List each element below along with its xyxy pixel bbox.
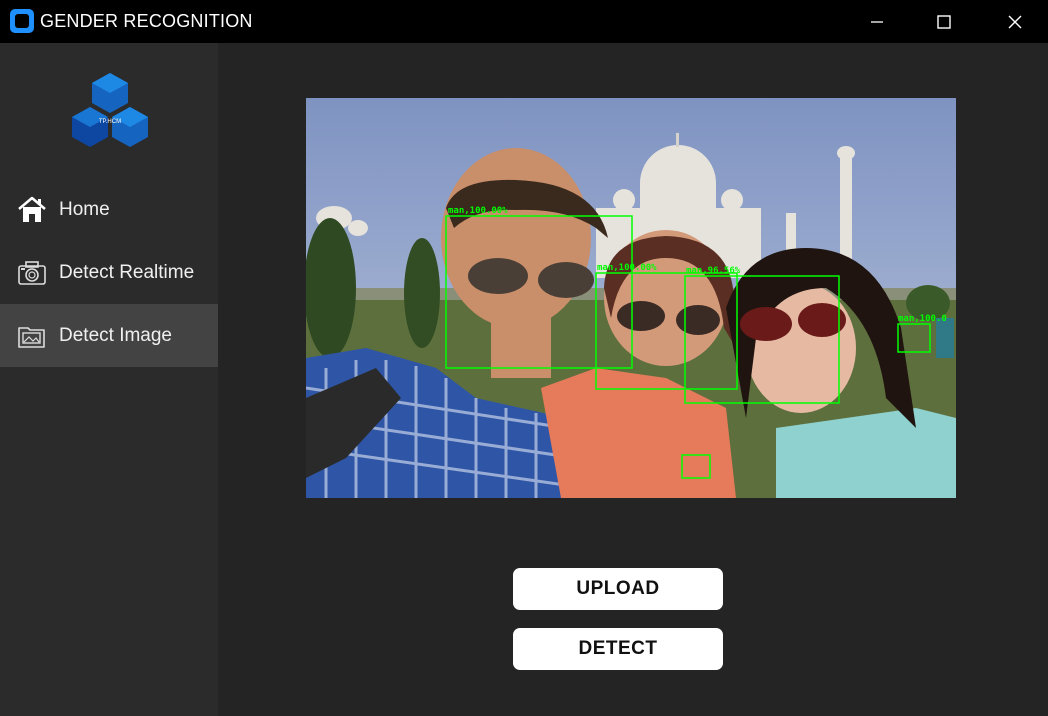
- sidebar-item-home[interactable]: Home: [0, 178, 218, 241]
- maximize-button[interactable]: [909, 0, 979, 43]
- sidebar-item-label: Home: [59, 198, 110, 220]
- maximize-icon: [937, 14, 951, 29]
- detection-label: man,96.56%: [686, 266, 741, 276]
- detect-button[interactable]: DETECT: [513, 628, 723, 670]
- minimize-button[interactable]: [842, 0, 912, 43]
- app-icon: [10, 9, 34, 33]
- detection-result-image: man,100.00% man,100.00% man,96.56% man,1…: [306, 98, 956, 498]
- close-button[interactable]: [980, 0, 1048, 43]
- sidebar-item-detect-image[interactable]: Detect Image: [0, 304, 218, 367]
- sidebar-item-label: Detect Realtime: [59, 261, 195, 283]
- home-icon: [16, 194, 48, 226]
- close-icon: [1008, 15, 1022, 28]
- minimize-icon: [871, 20, 883, 23]
- university-logo: TP.HCM: [72, 73, 148, 147]
- svg-text:TP.HCM: TP.HCM: [99, 119, 121, 125]
- sidebar-item-label: Detect Image: [59, 324, 172, 346]
- image-folder-icon: [16, 320, 48, 352]
- camera-icon: [16, 257, 48, 289]
- detection-label: man,100.0: [898, 314, 947, 324]
- sidebar: TP.HCM Home Detect Realtime Detect Image: [0, 43, 218, 716]
- upload-button[interactable]: UPLOAD: [513, 568, 723, 610]
- sidebar-item-detect-realtime[interactable]: Detect Realtime: [0, 241, 218, 304]
- detection-label: man,100.00%: [448, 206, 508, 216]
- title-bar: GENDER RECOGNITION: [0, 0, 1048, 43]
- main-content: man,100.00% man,100.00% man,96.56% man,1…: [218, 43, 1048, 716]
- detection-label: man,100.00%: [597, 263, 657, 273]
- window-title: GENDER RECOGNITION: [40, 11, 253, 31]
